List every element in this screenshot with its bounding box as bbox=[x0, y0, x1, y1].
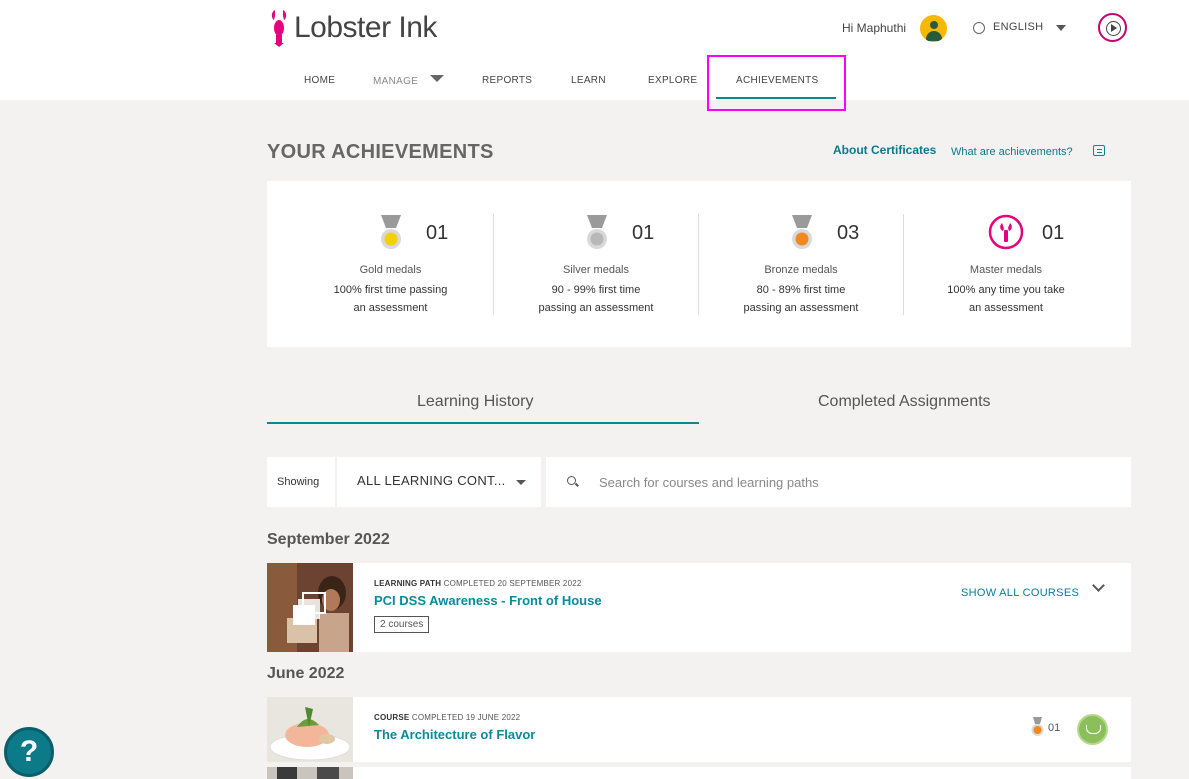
nav-reports[interactable]: REPORTS bbox=[482, 75, 532, 86]
chevron-down-icon[interactable] bbox=[1056, 25, 1066, 31]
learning-path-thumbnail bbox=[267, 563, 353, 652]
nav-learn[interactable]: LEARN bbox=[571, 75, 606, 86]
course-thumbnail bbox=[267, 697, 353, 762]
item-kind: COURSE bbox=[374, 713, 410, 722]
month-heading: June 2022 bbox=[267, 665, 345, 682]
manage-dropdown-icon[interactable] bbox=[430, 75, 444, 82]
list-item[interactable] bbox=[267, 767, 1131, 779]
master-medal-description: 100% any time you take an assessment bbox=[947, 284, 1065, 314]
master-medal-count: 01 bbox=[1042, 222, 1065, 244]
showing-label: Showing bbox=[277, 476, 320, 488]
bronze-medal-description: 80 - 89% first time passing an assessmen… bbox=[743, 284, 859, 314]
tab-learning-history[interactable]: Learning History bbox=[417, 393, 534, 411]
search-icon bbox=[567, 476, 576, 485]
item-completed-date: COMPLETED 19 JUNE 2022 bbox=[411, 713, 521, 722]
master-medal-icon bbox=[988, 214, 1024, 250]
gold-medal-summary: 01 Gold medals 100% first time passing a… bbox=[288, 214, 493, 315]
gold-medal-icon bbox=[381, 215, 401, 249]
course-count-badge: 2 courses bbox=[374, 616, 430, 633]
language-selector[interactable]: ENGLISH bbox=[993, 21, 1043, 33]
master-medal-label: Master medals bbox=[969, 264, 1043, 276]
chevron-down-icon[interactable] bbox=[516, 480, 526, 485]
show-all-courses-button[interactable]: SHOW ALL COURSES bbox=[961, 587, 1079, 599]
medal-summary-card: 01 Gold medals 100% first time passing a… bbox=[267, 181, 1131, 347]
list-item[interactable]: LEARNING PATH COMPLETED 20 SEPTEMBER 202… bbox=[267, 563, 1131, 652]
bronze-medal-icon bbox=[792, 215, 812, 249]
gold-medal-label: Gold medals bbox=[359, 264, 422, 276]
gold-medal-count: 01 bbox=[426, 222, 449, 244]
active-tab-underline bbox=[267, 422, 699, 424]
document-icon[interactable] bbox=[1093, 145, 1105, 156]
page-title: YOUR ACHIEVEMENTS bbox=[267, 141, 494, 163]
item-meta: COURSE COMPLETED 19 JUNE 2022 bbox=[374, 713, 520, 722]
lobster-ink-logo[interactable]: Lobster Ink bbox=[268, 8, 437, 48]
about-certificates-link[interactable]: About Certificates bbox=[833, 143, 936, 157]
bronze-medal-label: Bronze medals bbox=[764, 264, 838, 276]
logo-text: Lobster Ink bbox=[294, 11, 437, 44]
silver-medal-label: Silver medals bbox=[562, 264, 630, 276]
nav-explore[interactable]: EXPLORE bbox=[648, 75, 697, 86]
certificate-icon[interactable] bbox=[1077, 714, 1108, 745]
help-button[interactable]: ? bbox=[4, 727, 54, 777]
item-title[interactable]: The Architecture of Flavor bbox=[374, 727, 535, 742]
bronze-medal-summary: 03 Bronze medals 80 - 89% first time pas… bbox=[698, 214, 903, 315]
list-item[interactable]: COURSE COMPLETED 19 JUNE 2022 The Archit… bbox=[267, 697, 1131, 762]
bronze-medal-count: 03 bbox=[837, 222, 860, 244]
course-thumbnail bbox=[267, 767, 353, 779]
play-video-button[interactable] bbox=[1098, 13, 1127, 42]
search-input[interactable] bbox=[599, 472, 1099, 492]
tab-completed-assignments[interactable]: Completed Assignments bbox=[818, 393, 991, 411]
item-meta: LEARNING PATH COMPLETED 20 SEPTEMBER 202… bbox=[374, 579, 582, 588]
nav-manage[interactable]: MANAGE bbox=[373, 76, 418, 87]
medal-count: 01 bbox=[1048, 722, 1061, 734]
item-kind: LEARNING PATH bbox=[374, 579, 442, 588]
filter-divider bbox=[335, 457, 337, 507]
highlight-box bbox=[707, 55, 846, 111]
item-completed-date: COMPLETED 20 SEPTEMBER 2022 bbox=[443, 579, 582, 588]
top-header: Lobster Ink Hi Maphuthi ENGLISH HOME MAN… bbox=[0, 0, 1189, 100]
item-title[interactable]: PCI DSS Awareness - Front of House bbox=[374, 593, 602, 608]
user-greeting: Hi Maphuthi bbox=[842, 21, 907, 35]
globe-icon[interactable] bbox=[973, 22, 985, 34]
content-type-select[interactable]: ALL LEARNING CONT... bbox=[357, 473, 506, 488]
month-heading: September 2022 bbox=[267, 531, 390, 548]
gold-medal-description: 100% first time passing an assessment bbox=[333, 284, 448, 314]
nav-home[interactable]: HOME bbox=[304, 75, 335, 86]
silver-medal-icon bbox=[587, 215, 607, 249]
silver-medal-summary: 01 Silver medals 90 - 99% first time pas… bbox=[493, 214, 698, 315]
master-medal-summary: 01 Master medals 100% any time you take … bbox=[903, 214, 1108, 315]
bronze-medal-icon bbox=[1031, 717, 1044, 736]
silver-medal-count: 01 bbox=[632, 222, 655, 244]
silver-medal-description: 90 - 99% first time passing an assessmen… bbox=[538, 284, 654, 314]
chevron-down-icon[interactable] bbox=[1092, 579, 1105, 592]
user-avatar[interactable] bbox=[920, 15, 947, 42]
lobster-icon bbox=[271, 10, 287, 47]
what-are-achievements-link[interactable]: What are achievements? bbox=[951, 146, 1073, 158]
